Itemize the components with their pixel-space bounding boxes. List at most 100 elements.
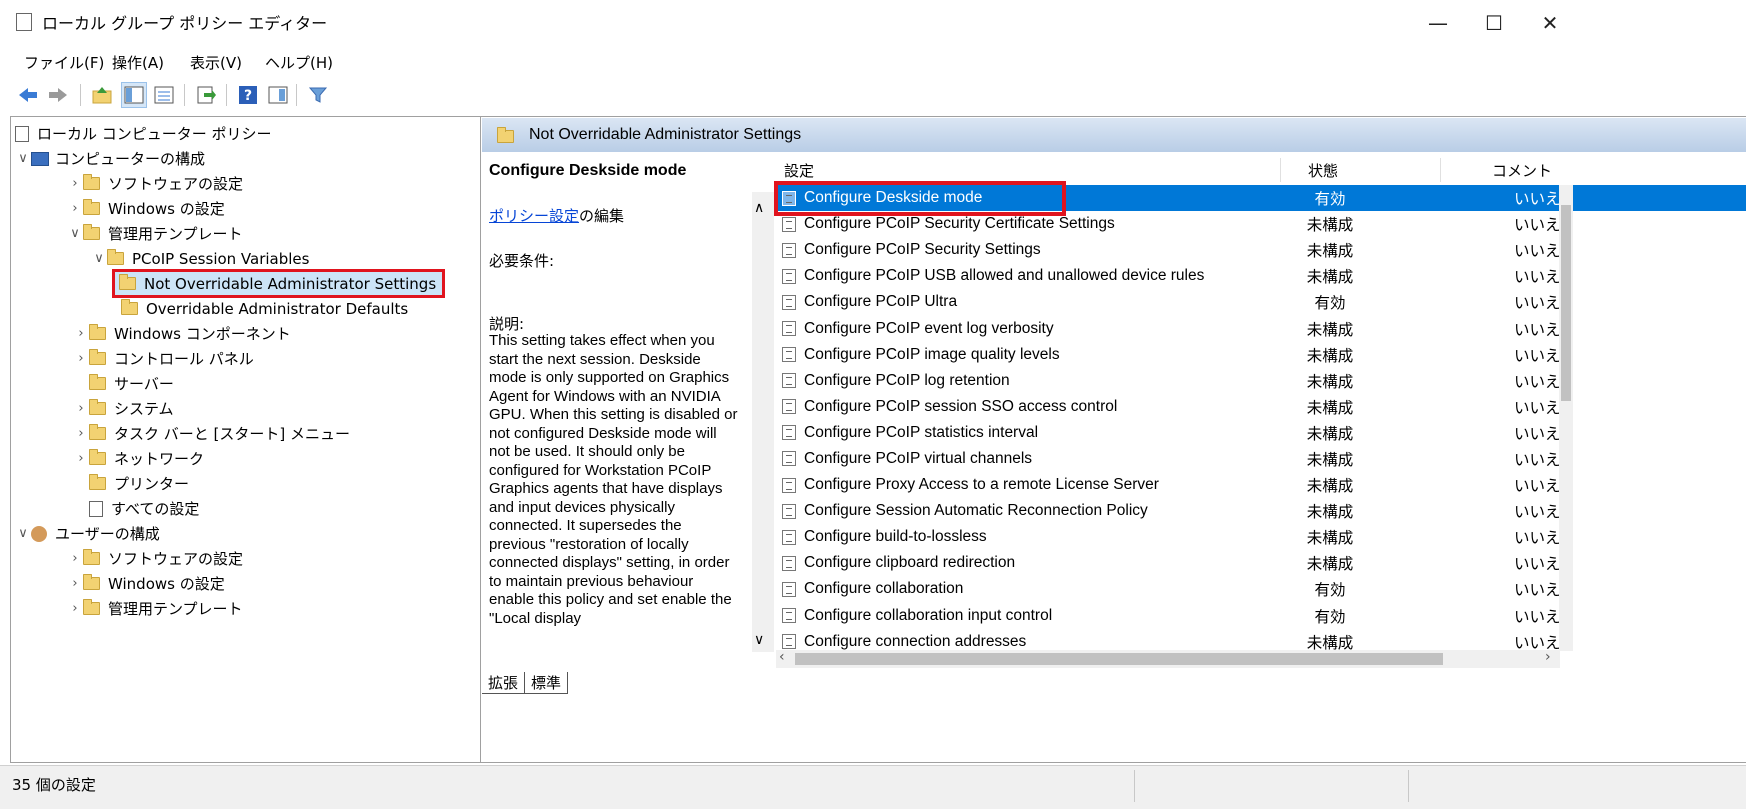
list-horizontal-scroll-thumb[interactable]	[795, 653, 1443, 665]
setting-row[interactable]: Configure connection addresses 未構成 いいえ	[776, 629, 1746, 651]
setting-comment: いいえ	[1514, 347, 1561, 365]
back-arrow-icon[interactable]	[16, 83, 40, 107]
setting-row[interactable]: Configure build-to-lossless 未構成 いいえ	[776, 524, 1746, 550]
chevron-right-icon[interactable]: ›	[73, 326, 89, 341]
tree-item-user-admin-templates[interactable]: › 管理用テンプレート	[11, 596, 535, 621]
chevron-down-icon[interactable]: ∨	[15, 151, 31, 166]
chevron-right-icon[interactable]: ›	[67, 201, 83, 216]
menu-help[interactable]: ヘルプ(H)	[265, 52, 333, 73]
chevron-right-icon[interactable]: ›	[73, 351, 89, 366]
forward-arrow-icon[interactable]	[46, 83, 70, 107]
tree-item-user-software-settings[interactable]: › ソフトウェアの設定	[11, 546, 535, 571]
setting-state: 未構成	[1306, 530, 1354, 548]
setting-state: 未構成	[1306, 425, 1354, 443]
tree-item-user-windows-settings[interactable]: › Windows の設定	[11, 571, 535, 596]
chevron-down-icon[interactable]: ∨	[91, 251, 107, 266]
up-folder-icon[interactable]	[90, 83, 114, 107]
setting-row[interactable]: Configure PCoIP statistics interval 未構成 いい…	[776, 420, 1746, 446]
maximize-button[interactable]: ☐	[1466, 0, 1522, 46]
tree-item-pcoip-session-variables[interactable]: ∨ PCoIP Session Variables	[11, 246, 535, 271]
tree-item-all-settings[interactable]: すべての設定	[11, 496, 535, 521]
list-vertical-scroll-thumb[interactable]	[1561, 205, 1571, 401]
filter-icon[interactable]	[306, 83, 330, 107]
tree-item-system[interactable]: › システム	[11, 396, 535, 421]
tree-item-user-config[interactable]: ∨ ユーザーの構成	[11, 521, 535, 546]
list-view-icon[interactable]	[152, 83, 176, 107]
scroll-right-icon[interactable]: ›	[1545, 649, 1551, 665]
tree-item-software-settings[interactable]: › ソフトウェアの設定	[11, 171, 535, 196]
setting-state: 未構成	[1306, 478, 1354, 496]
export-list-icon[interactable]	[194, 83, 218, 107]
description-scrollbar[interactable]	[752, 192, 774, 652]
chevron-right-icon[interactable]: ›	[73, 451, 89, 466]
tree-item-taskbar-start-menu[interactable]: › タスク バーと [スタート] メニュー	[11, 421, 535, 446]
folder-icon	[83, 549, 100, 565]
chevron-right-icon[interactable]: ›	[67, 551, 83, 566]
tree-item-local-computer-policy[interactable]: ローカル コンピューター ポリシー	[11, 121, 535, 146]
column-header-setting[interactable]: 設定	[784, 160, 814, 181]
close-button[interactable]: ✕	[1522, 0, 1578, 46]
tree-item-control-panel[interactable]: › コントロール パネル	[11, 346, 535, 371]
menu-view[interactable]: 表示(V)	[190, 52, 242, 73]
folder-icon	[83, 574, 100, 590]
setting-row[interactable]: Configure clipboard redirection 未構成 いいえ	[776, 550, 1746, 576]
minimize-button[interactable]: —	[1410, 0, 1466, 46]
tree-item-printers[interactable]: プリンター	[11, 471, 535, 496]
status-divider	[1408, 770, 1409, 802]
scroll-up-icon[interactable]: ∧	[754, 200, 764, 216]
setting-name: Configure PCoIP Security Settings	[804, 241, 1041, 259]
scroll-left-icon[interactable]: ‹	[779, 649, 785, 665]
tree-item-windows-settings[interactable]: › Windows の設定	[11, 196, 535, 221]
tree-item-network[interactable]: › ネットワーク	[11, 446, 535, 471]
chevron-right-icon[interactable]: ›	[67, 601, 83, 616]
setting-row[interactable]: Configure PCoIP Ultra 有効 いいえ	[776, 289, 1746, 315]
menu-file[interactable]: ファイル(F)	[24, 52, 104, 73]
tree-item-label: Windows の設定	[108, 200, 225, 218]
show-hide-tree-icon[interactable]	[121, 82, 147, 108]
tab-extended[interactable]: 拡張	[482, 672, 526, 694]
setting-row[interactable]: Configure PCoIP USB allowed and unallowe…	[776, 263, 1746, 289]
tree-item-admin-templates[interactable]: ∨ 管理用テンプレート	[11, 221, 535, 246]
column-header-comment[interactable]: コメント	[1492, 160, 1552, 181]
chevron-down-icon[interactable]: ∨	[15, 526, 31, 541]
setting-row[interactable]: Configure collaboration 有効 いいえ	[776, 576, 1746, 602]
column-header-state[interactable]: 状態	[1308, 160, 1338, 181]
properties-icon[interactable]	[266, 83, 290, 107]
setting-row[interactable]: Configure Session Automatic Reconnection…	[776, 498, 1746, 524]
setting-name: Configure collaboration input control	[804, 606, 1053, 624]
tree-item-computer-config[interactable]: ∨ コンピューターの構成	[11, 146, 535, 171]
chevron-right-icon[interactable]: ›	[73, 401, 89, 416]
setting-row[interactable]: Configure collaboration input control 有効 い…	[776, 603, 1746, 629]
setting-row[interactable]: Configure PCoIP event log verbosity 未構成 いい…	[776, 315, 1746, 341]
tree-item-label: Not Overridable Administrator Settings	[144, 274, 437, 293]
setting-row[interactable]: Configure PCoIP session SSO access contr…	[776, 394, 1746, 420]
chevron-right-icon[interactable]: ›	[67, 176, 83, 191]
setting-icon	[782, 347, 796, 363]
column-divider[interactable]	[1440, 158, 1441, 182]
tree-item-not-overridable-admin-settings[interactable]: Not Overridable Administrator Settings	[11, 269, 535, 298]
setting-row[interactable]: Configure PCoIP image quality levels 未構成 い…	[776, 342, 1746, 368]
policy-setting-link[interactable]: ポリシー設定	[489, 208, 579, 225]
folder-icon	[121, 299, 138, 315]
tree-item-server[interactable]: サーバー	[11, 371, 535, 396]
menu-action[interactable]: 操作(A)	[112, 52, 164, 73]
tree-item-windows-components[interactable]: › Windows コンポーネント	[11, 321, 535, 346]
tree-item-label: 管理用テンプレート	[108, 600, 243, 618]
setting-row[interactable]: Configure PCoIP Security Settings 未構成 いいえ	[776, 237, 1746, 263]
scroll-down-icon[interactable]: ∨	[754, 632, 764, 648]
chevron-right-icon[interactable]: ›	[73, 426, 89, 441]
setting-row[interactable]: Configure PCoIP log retention 未構成 いいえ	[776, 368, 1746, 394]
folder-icon	[89, 474, 106, 490]
setting-row[interactable]: Configure Proxy Access to a remote Licen…	[776, 472, 1746, 498]
help-icon[interactable]: ?	[236, 83, 260, 107]
setting-comment: いいえ	[1514, 399, 1561, 417]
chevron-down-icon[interactable]: ∨	[67, 226, 83, 241]
tree-item-overridable-admin-defaults[interactable]: Overridable Administrator Defaults	[11, 296, 535, 321]
setting-comment: いいえ	[1514, 530, 1561, 548]
column-divider[interactable]	[1280, 158, 1281, 182]
chevron-right-icon[interactable]: ›	[67, 576, 83, 591]
setting-state: 未構成	[1306, 373, 1354, 391]
folder-icon	[89, 324, 106, 340]
tab-standard[interactable]: 標準	[524, 672, 569, 694]
setting-row[interactable]: Configure PCoIP virtual channels 未構成 いいえ	[776, 446, 1746, 472]
